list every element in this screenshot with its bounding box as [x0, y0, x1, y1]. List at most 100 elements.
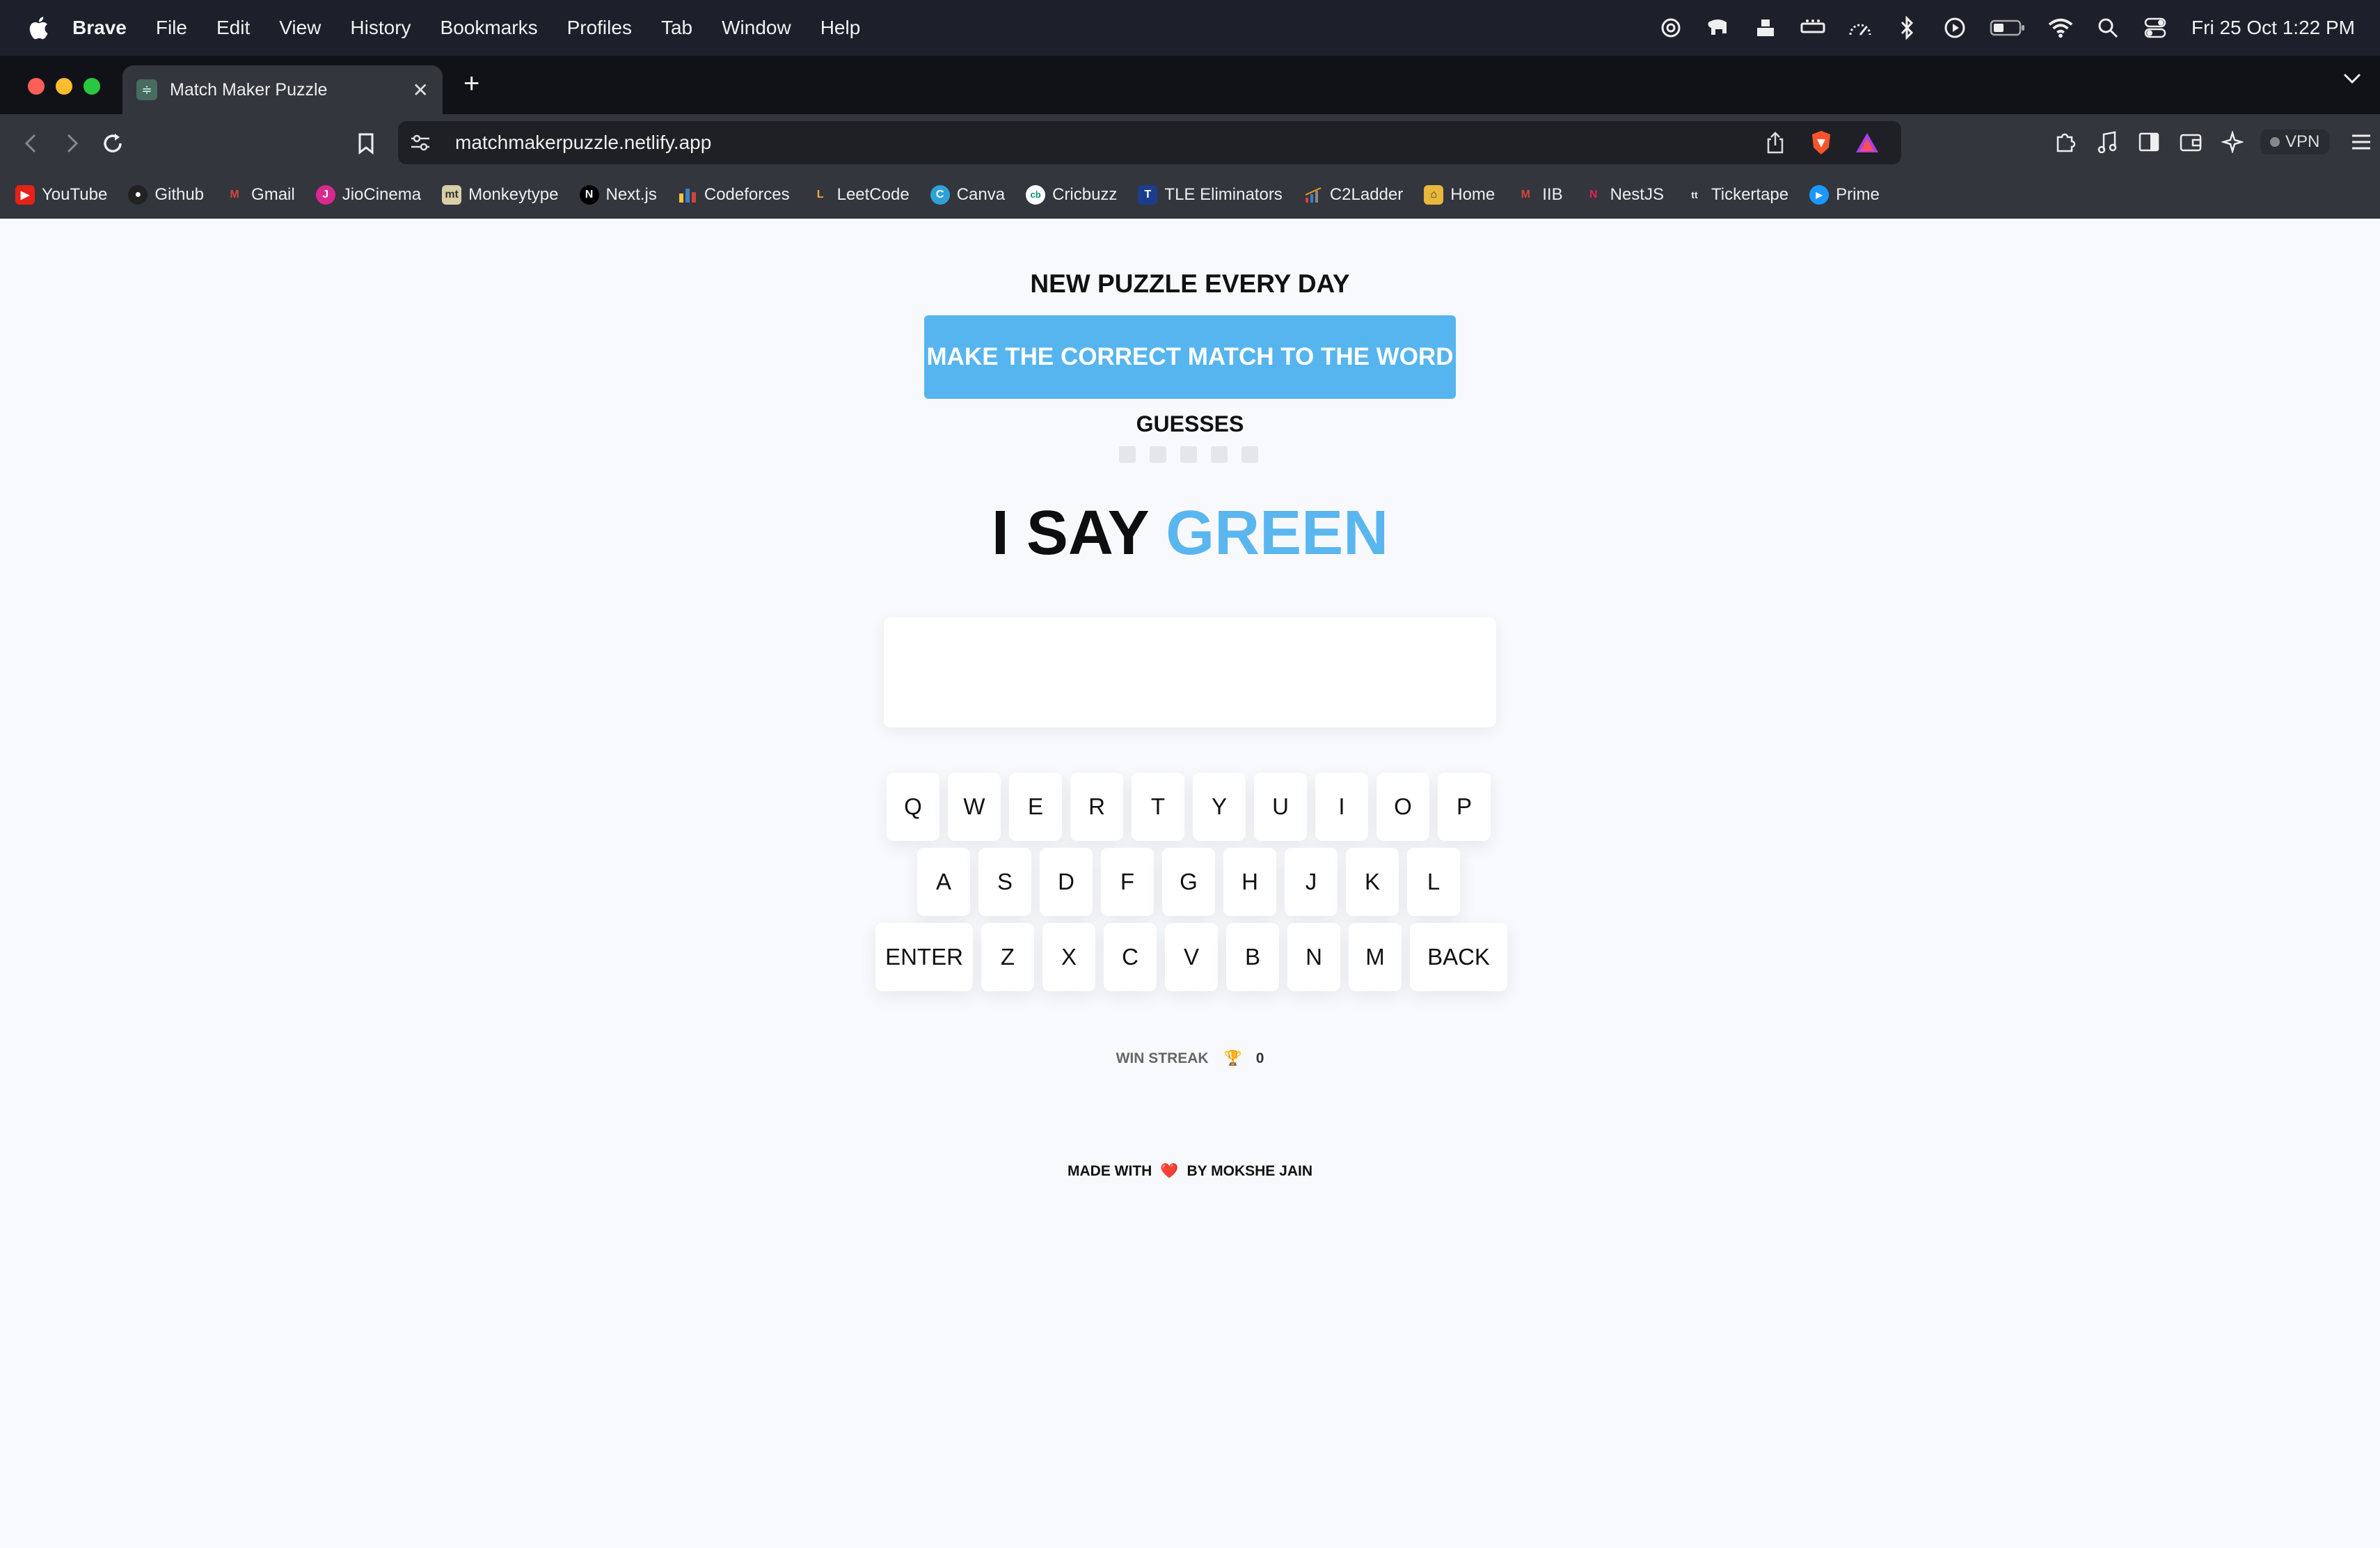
enter-key[interactable]: ENTER: [875, 923, 973, 991]
play-icon[interactable]: [1942, 15, 1967, 40]
share-icon[interactable]: [1762, 129, 1788, 156]
menu-file[interactable]: File: [156, 17, 187, 39]
key-e[interactable]: E: [1009, 773, 1062, 841]
bookmark-youtube[interactable]: ▶ YouTube: [15, 184, 107, 205]
wallet-icon[interactable]: [2177, 128, 2205, 156]
key-v[interactable]: V: [1165, 923, 1218, 991]
status-bar-icons: Fri 25 Oct 1:22 PM: [1636, 0, 2355, 56]
menu-window[interactable]: Window: [722, 17, 791, 39]
address-bar-actions: [1743, 129, 1880, 156]
key-z[interactable]: Z: [981, 923, 1034, 991]
menu-profiles[interactable]: Profiles: [567, 17, 632, 39]
key-o[interactable]: O: [1377, 773, 1429, 841]
trophy-icon: 🏆: [1223, 1050, 1242, 1066]
key-b[interactable]: B: [1226, 923, 1279, 991]
key-h[interactable]: H: [1223, 848, 1276, 916]
tab-match-maker-puzzle[interactable]: ≑ Match Maker Puzzle ✕: [122, 65, 443, 114]
key-q[interactable]: Q: [887, 773, 939, 841]
elephant-icon[interactable]: [1706, 15, 1731, 40]
bookmark-iib[interactable]: M IIB: [1516, 185, 1563, 205]
menubar-clock[interactable]: Fri 25 Oct 1:22 PM: [2191, 17, 2355, 39]
bookmark-canva[interactable]: C Canva: [930, 184, 1005, 205]
url-text[interactable]: matchmakerpuzzle.netlify.app: [455, 132, 711, 154]
window-minimize-button[interactable]: [56, 78, 72, 95]
key-i[interactable]: I: [1315, 773, 1368, 841]
key-u[interactable]: U: [1254, 773, 1307, 841]
memory-icon[interactable]: [1800, 15, 1825, 40]
bookmark-leetcode[interactable]: L LeetCode: [811, 185, 910, 205]
key-x[interactable]: X: [1042, 923, 1095, 991]
speedometer-icon[interactable]: [1848, 15, 1873, 40]
key-j[interactable]: J: [1285, 848, 1338, 916]
key-t[interactable]: T: [1132, 773, 1184, 841]
menu-view[interactable]: View: [279, 17, 321, 39]
bookmark-prime[interactable]: ▶ Prime: [1809, 184, 1880, 205]
wifi-icon[interactable]: [2048, 15, 2073, 40]
vpn-button[interactable]: VPN: [2260, 129, 2330, 155]
key-c[interactable]: C: [1104, 923, 1157, 991]
key-a[interactable]: A: [917, 848, 970, 916]
key-r[interactable]: R: [1070, 773, 1123, 841]
menu-help[interactable]: Help: [820, 17, 861, 39]
apple-logo-icon[interactable]: [28, 15, 49, 40]
clue-prefix: I SAY: [991, 498, 1149, 568]
key-y[interactable]: Y: [1193, 773, 1246, 841]
hamburger-menu-icon[interactable]: [2347, 128, 2375, 156]
key-g[interactable]: G: [1162, 848, 1215, 916]
extensions-icon[interactable]: [2052, 128, 2079, 156]
tab-list-chevron-icon[interactable]: [2342, 72, 2362, 88]
page-footer: MADE WITH ❤️ BY MOKSHE JAIN: [905, 1163, 1475, 1180]
forward-arrow-icon[interactable]: [60, 131, 85, 156]
bookmark-monkeytype[interactable]: mt Monkeytype: [442, 184, 559, 205]
key-l[interactable]: L: [1407, 848, 1460, 916]
bookmark-gmail[interactable]: M Gmail: [225, 185, 294, 205]
sidebar-toggle-icon[interactable]: [2135, 128, 2163, 156]
window-zoom-button[interactable]: [84, 78, 100, 95]
tab-close-icon[interactable]: ✕: [413, 79, 429, 102]
bookmark-home[interactable]: ⌂ Home: [1424, 184, 1495, 205]
clue-word: GREEN: [1166, 498, 1389, 568]
key-s[interactable]: S: [978, 848, 1031, 916]
bookmark-nextjs[interactable]: N Next.js: [579, 184, 657, 205]
bookmark-cricbuzz[interactable]: cb Cricbuzz: [1026, 184, 1117, 205]
control-center-icon[interactable]: [2143, 15, 2168, 40]
chatgpt-icon[interactable]: [1658, 15, 1683, 40]
key-n[interactable]: N: [1287, 923, 1340, 991]
site-settings-icon[interactable]: [409, 132, 431, 154]
key-w[interactable]: W: [948, 773, 1001, 841]
menu-edit[interactable]: Edit: [216, 17, 250, 39]
address-bar[interactable]: matchmakerpuzzle.netlify.app: [398, 121, 1901, 164]
leo-ai-icon[interactable]: [2219, 128, 2246, 156]
keyboard-row-3: ENTER Z X C V B N M BACK: [875, 923, 1516, 991]
back-key[interactable]: BACK: [1410, 923, 1507, 991]
key-f[interactable]: F: [1101, 848, 1154, 916]
media-music-icon[interactable]: [2093, 128, 2121, 156]
reload-icon[interactable]: [100, 131, 125, 156]
menu-history[interactable]: History: [350, 17, 411, 39]
key-k[interactable]: K: [1346, 848, 1399, 916]
bookmark-c2ladder[interactable]: C2Ladder: [1303, 185, 1403, 205]
key-p[interactable]: P: [1438, 773, 1491, 841]
bookmark-tickertape[interactable]: tt Tickertape: [1685, 185, 1788, 205]
bookmark-codeforces[interactable]: Codeforces: [678, 185, 790, 205]
menu-app-name[interactable]: Brave: [72, 17, 127, 39]
brave-shields-icon[interactable]: [1808, 129, 1834, 156]
bookmark-jiocinema[interactable]: J JioCinema: [315, 184, 421, 205]
bookmark-nestjs[interactable]: N NestJS: [1584, 185, 1664, 205]
spotlight-search-icon[interactable]: [2095, 15, 2120, 40]
answer-input[interactable]: [884, 617, 1496, 727]
bookmark-page-icon[interactable]: [354, 131, 379, 156]
new-tab-button[interactable]: +: [463, 70, 479, 97]
window-close-button[interactable]: [28, 78, 45, 95]
bookmark-github[interactable]: ● Github: [128, 184, 204, 205]
menu-bookmarks[interactable]: Bookmarks: [441, 17, 538, 39]
bluetooth-icon[interactable]: [1895, 15, 1920, 40]
brave-rewards-icon[interactable]: [1854, 129, 1880, 156]
menu-tab[interactable]: Tab: [661, 17, 692, 39]
bookmark-tle-eliminators[interactable]: T TLE Eliminators: [1138, 184, 1283, 205]
key-d[interactable]: D: [1040, 848, 1093, 916]
key-m[interactable]: M: [1349, 923, 1402, 991]
battery-icon[interactable]: [1990, 15, 2026, 40]
back-arrow-icon[interactable]: [18, 131, 43, 156]
stack-icon[interactable]: [1753, 15, 1778, 40]
